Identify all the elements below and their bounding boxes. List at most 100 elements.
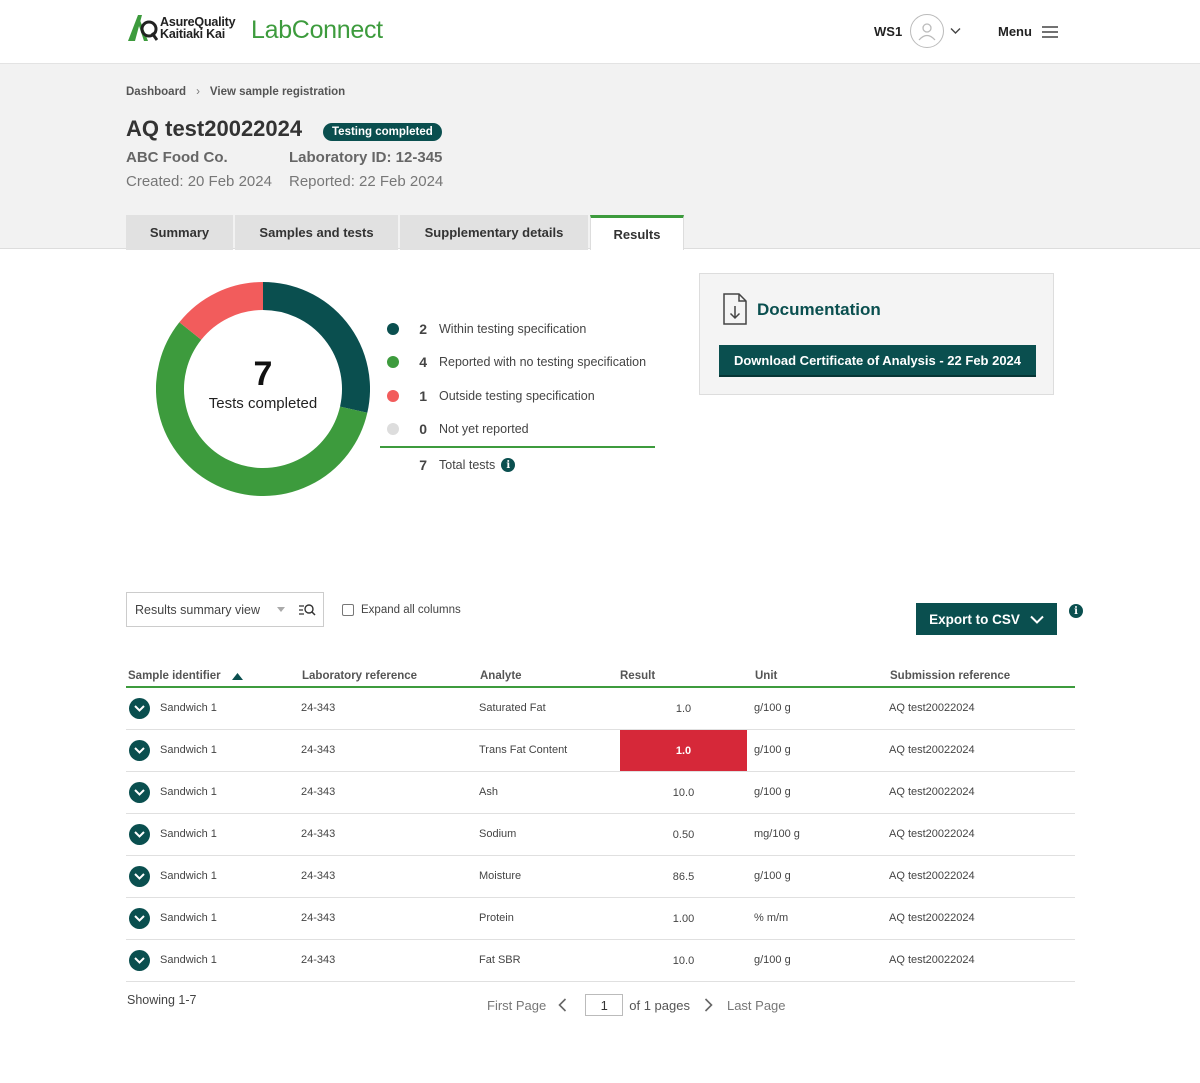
- cell-result: 1.0: [675, 702, 692, 715]
- menu-button[interactable]: Menu: [998, 24, 1058, 39]
- last-page-link[interactable]: Last Page: [727, 998, 786, 1013]
- table-row[interactable]: Sandwich 1 24-343 Protein 1.00 % m/m AQ test2…: [126, 898, 1075, 940]
- cell-result: 86.5: [672, 870, 695, 883]
- download-certificate-button[interactable]: Download Certificate of Analysis - 22 Fe…: [719, 345, 1036, 377]
- expand-all-columns[interactable]: Expand all columns: [342, 604, 461, 616]
- breadcrumb-dashboard[interactable]: Dashboard: [126, 86, 186, 98]
- table-row[interactable]: Sandwich 1 24-343 Ash 10.0 g/100 g AQ test200…: [126, 772, 1075, 814]
- cell-laboratory-reference: 24-343: [301, 870, 336, 882]
- expand-all-checkbox[interactable]: [342, 604, 354, 616]
- export-info-icon[interactable]: i: [1069, 604, 1083, 618]
- cell-analyte: Ash: [479, 786, 498, 798]
- expand-row-icon[interactable]: [129, 950, 150, 971]
- table-row[interactable]: Sandwich 1 24-343 Trans Fat Content 1.0 g/10…: [126, 730, 1075, 772]
- cell-unit: g/100 g: [754, 954, 791, 966]
- table-row[interactable]: Sandwich 1 24-343 Moisture 86.5 g/100 g AQ te…: [126, 856, 1075, 898]
- documentation-title: Documentation: [757, 300, 881, 319]
- cell-laboratory-reference: 24-343: [301, 912, 336, 924]
- cell-result: 10.0: [672, 954, 695, 967]
- expand-all-label: Expand all columns: [361, 604, 461, 616]
- tab-bar: Summary Samples and tests Supplementary …: [126, 215, 686, 250]
- legend-dot-outside: [387, 389, 399, 402]
- cell-unit: mg/100 g: [754, 828, 800, 840]
- cell-result: 1.00: [672, 912, 695, 925]
- chevron-left-icon[interactable]: [558, 998, 567, 1012]
- table-row[interactable]: Sandwich 1 24-343 Sodium 0.50 mg/100 g AQ tes…: [126, 814, 1075, 856]
- document-download-icon: [723, 293, 747, 325]
- chevron-down-icon: [134, 705, 145, 712]
- table-row[interactable]: Sandwich 1 24-343 Fat SBR 10.0 g/100 g AQ tes…: [126, 940, 1075, 982]
- page-title: AQ test20022024: [126, 116, 303, 141]
- product-name: LabConnect: [251, 16, 383, 44]
- expand-row-icon[interactable]: [129, 740, 150, 761]
- column-analyte[interactable]: Analyte: [480, 670, 522, 682]
- tab-results[interactable]: Results: [590, 215, 684, 250]
- chevron-right-icon[interactable]: [704, 998, 713, 1012]
- legend-dot-not-reported: [387, 423, 399, 436]
- export-csv-label: Export to CSV: [929, 611, 1020, 627]
- cell-laboratory-reference: 24-343: [301, 828, 336, 840]
- cell-sample-identifier: Sandwich 1: [160, 828, 217, 840]
- legend-total: 7 Total tests i: [380, 448, 655, 482]
- legend-item-not-reported: 0 Not yet reported: [380, 413, 655, 447]
- column-result[interactable]: Result: [620, 670, 655, 682]
- tab-summary[interactable]: Summary: [126, 215, 233, 250]
- view-select-value: Results summary view: [135, 602, 261, 617]
- breadcrumb: Dashboard › View sample registration: [126, 86, 345, 98]
- cell-sample-identifier: Sandwich 1: [160, 744, 217, 756]
- aq-logo-icon: [128, 15, 158, 41]
- cell-analyte: Saturated Fat: [479, 702, 546, 714]
- showing-count: Showing 1-7: [127, 993, 197, 1007]
- column-submission-reference[interactable]: Submission reference: [890, 670, 1010, 682]
- cell-sample-identifier: Sandwich 1: [160, 954, 217, 966]
- cell-analyte: Moisture: [479, 870, 522, 882]
- avatar[interactable]: [910, 14, 945, 48]
- page-number-input[interactable]: 1: [585, 994, 624, 1016]
- documentation-card: Documentation Download Certificate of An…: [699, 273, 1054, 395]
- user-initials: WS1: [874, 23, 903, 39]
- cell-submission-reference: AQ test20022024: [889, 828, 975, 840]
- user-icon: [918, 23, 936, 41]
- tab-samples-and-tests[interactable]: Samples and tests: [235, 215, 398, 250]
- asurequality-logo[interactable]: AsureQuality Kaitiaki Kai: [126, 12, 236, 44]
- reported-date: Reported: 22 Feb 2024: [289, 173, 444, 190]
- legend-item-outside: 1 Outside testing specification: [380, 379, 655, 413]
- column-laboratory-reference[interactable]: Laboratory reference: [302, 670, 417, 682]
- logo-line-2: Kaitiaki Kai: [160, 27, 225, 41]
- cell-laboratory-reference: 24-343: [301, 744, 336, 756]
- total-tests-count: 7: [419, 457, 427, 473]
- menu-label: Menu: [998, 24, 1032, 39]
- column-sample-identifier[interactable]: Sample identifier: [128, 670, 221, 682]
- first-page-link[interactable]: First Page: [487, 998, 546, 1013]
- info-icon[interactable]: i: [501, 458, 516, 472]
- breadcrumb-separator-icon: ›: [196, 86, 200, 98]
- cell-sample-identifier: Sandwich 1: [160, 912, 217, 924]
- export-csv-button[interactable]: Export to CSV: [916, 603, 1057, 635]
- table-row[interactable]: Sandwich 1 24-343 Saturated Fat 1.0 g/100 g A…: [126, 688, 1075, 730]
- legend-label: Reported with no testing specification: [439, 355, 647, 370]
- search-list-icon[interactable]: [298, 602, 316, 618]
- view-select[interactable]: Results summary view: [126, 592, 324, 627]
- chevron-down-icon: [134, 873, 145, 880]
- tests-completed-count: 7: [253, 355, 273, 393]
- expand-row-icon[interactable]: [129, 824, 150, 845]
- expand-row-icon[interactable]: [129, 908, 150, 929]
- chevron-down-icon[interactable]: [950, 27, 961, 35]
- expand-row-icon[interactable]: [129, 698, 150, 719]
- column-unit[interactable]: Unit: [755, 670, 777, 682]
- sort-ascending-icon[interactable]: [232, 673, 243, 680]
- cell-submission-reference: AQ test20022024: [889, 870, 975, 882]
- tests-completed-label: Tests completed: [208, 395, 318, 412]
- laboratory-id: Laboratory ID: 12-345: [289, 149, 443, 166]
- expand-row-icon[interactable]: [129, 866, 150, 887]
- chevron-down-icon: [134, 831, 145, 838]
- legend-label: Outside testing specification: [439, 388, 595, 403]
- cell-analyte: Sodium: [479, 828, 517, 840]
- chevron-down-icon: [134, 747, 145, 754]
- results-legend: 2 Within testing specification 4 Reporte…: [380, 312, 655, 482]
- cell-analyte: Trans Fat Content: [479, 744, 568, 756]
- tab-supplementary-details[interactable]: Supplementary details: [400, 215, 588, 250]
- cell-laboratory-reference: 24-343: [301, 702, 336, 714]
- user-menu[interactable]: WS1: [874, 14, 961, 48]
- expand-row-icon[interactable]: [129, 782, 150, 803]
